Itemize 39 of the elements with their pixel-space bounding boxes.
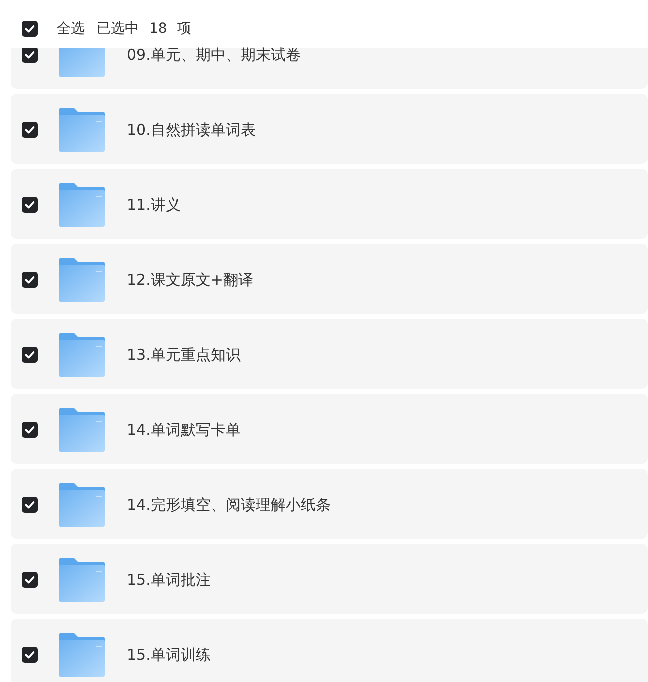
folder-icon <box>59 258 105 302</box>
folder-row[interactable]: 09.单元、期中、期末试卷 <box>11 48 648 89</box>
folder-icon <box>59 333 105 377</box>
folder-name: 11.讲义 <box>127 195 181 215</box>
folder-name: 14.完形填空、阅读理解小纸条 <box>127 495 331 515</box>
folder-icon <box>59 633 105 677</box>
row-checkbox[interactable] <box>22 122 38 138</box>
folder-name: 09.单元、期中、期末试卷 <box>127 48 301 63</box>
row-checkbox[interactable] <box>22 197 38 213</box>
folder-row[interactable]: 14.完形填空、阅读理解小纸条 <box>11 469 648 539</box>
folder-row[interactable]: 13.单元重点知识 <box>11 319 648 389</box>
row-checkbox[interactable] <box>22 572 38 588</box>
selection-count: 已选中 18 项 <box>97 20 192 38</box>
folder-name: 12.课文原文+翻译 <box>127 270 254 290</box>
row-checkbox[interactable] <box>22 347 38 363</box>
row-checkbox[interactable] <box>22 497 38 513</box>
folder-row[interactable]: 11.讲义 <box>11 169 648 239</box>
folder-icon <box>59 408 105 452</box>
row-checkbox[interactable] <box>22 48 38 63</box>
row-checkbox[interactable] <box>22 647 38 663</box>
select-all-label[interactable]: 全选 <box>57 20 85 38</box>
folder-icon <box>59 483 105 527</box>
folder-name: 15.单词批注 <box>127 570 211 590</box>
folder-row[interactable]: 15.单词批注 <box>11 544 648 614</box>
folder-name: 14.单词默写卡单 <box>127 420 241 440</box>
row-checkbox[interactable] <box>22 422 38 438</box>
folder-name: 13.单元重点知识 <box>127 345 241 365</box>
folder-row[interactable]: 10.自然拼读单词表 <box>11 94 648 164</box>
folder-icon <box>59 558 105 602</box>
folder-row[interactable]: 14.单词默写卡单 <box>11 394 648 464</box>
folder-icon <box>59 183 105 227</box>
folder-name: 10.自然拼读单词表 <box>127 120 256 140</box>
folder-icon <box>59 48 105 77</box>
row-checkbox[interactable] <box>22 272 38 288</box>
select-all-checkbox[interactable] <box>22 21 38 37</box>
folder-name: 15.单词训练 <box>127 645 211 665</box>
folder-row[interactable]: 12.课文原文+翻译 <box>11 244 648 314</box>
folder-icon <box>59 108 105 152</box>
folder-row[interactable]: 15.单词训练 <box>11 619 648 682</box>
